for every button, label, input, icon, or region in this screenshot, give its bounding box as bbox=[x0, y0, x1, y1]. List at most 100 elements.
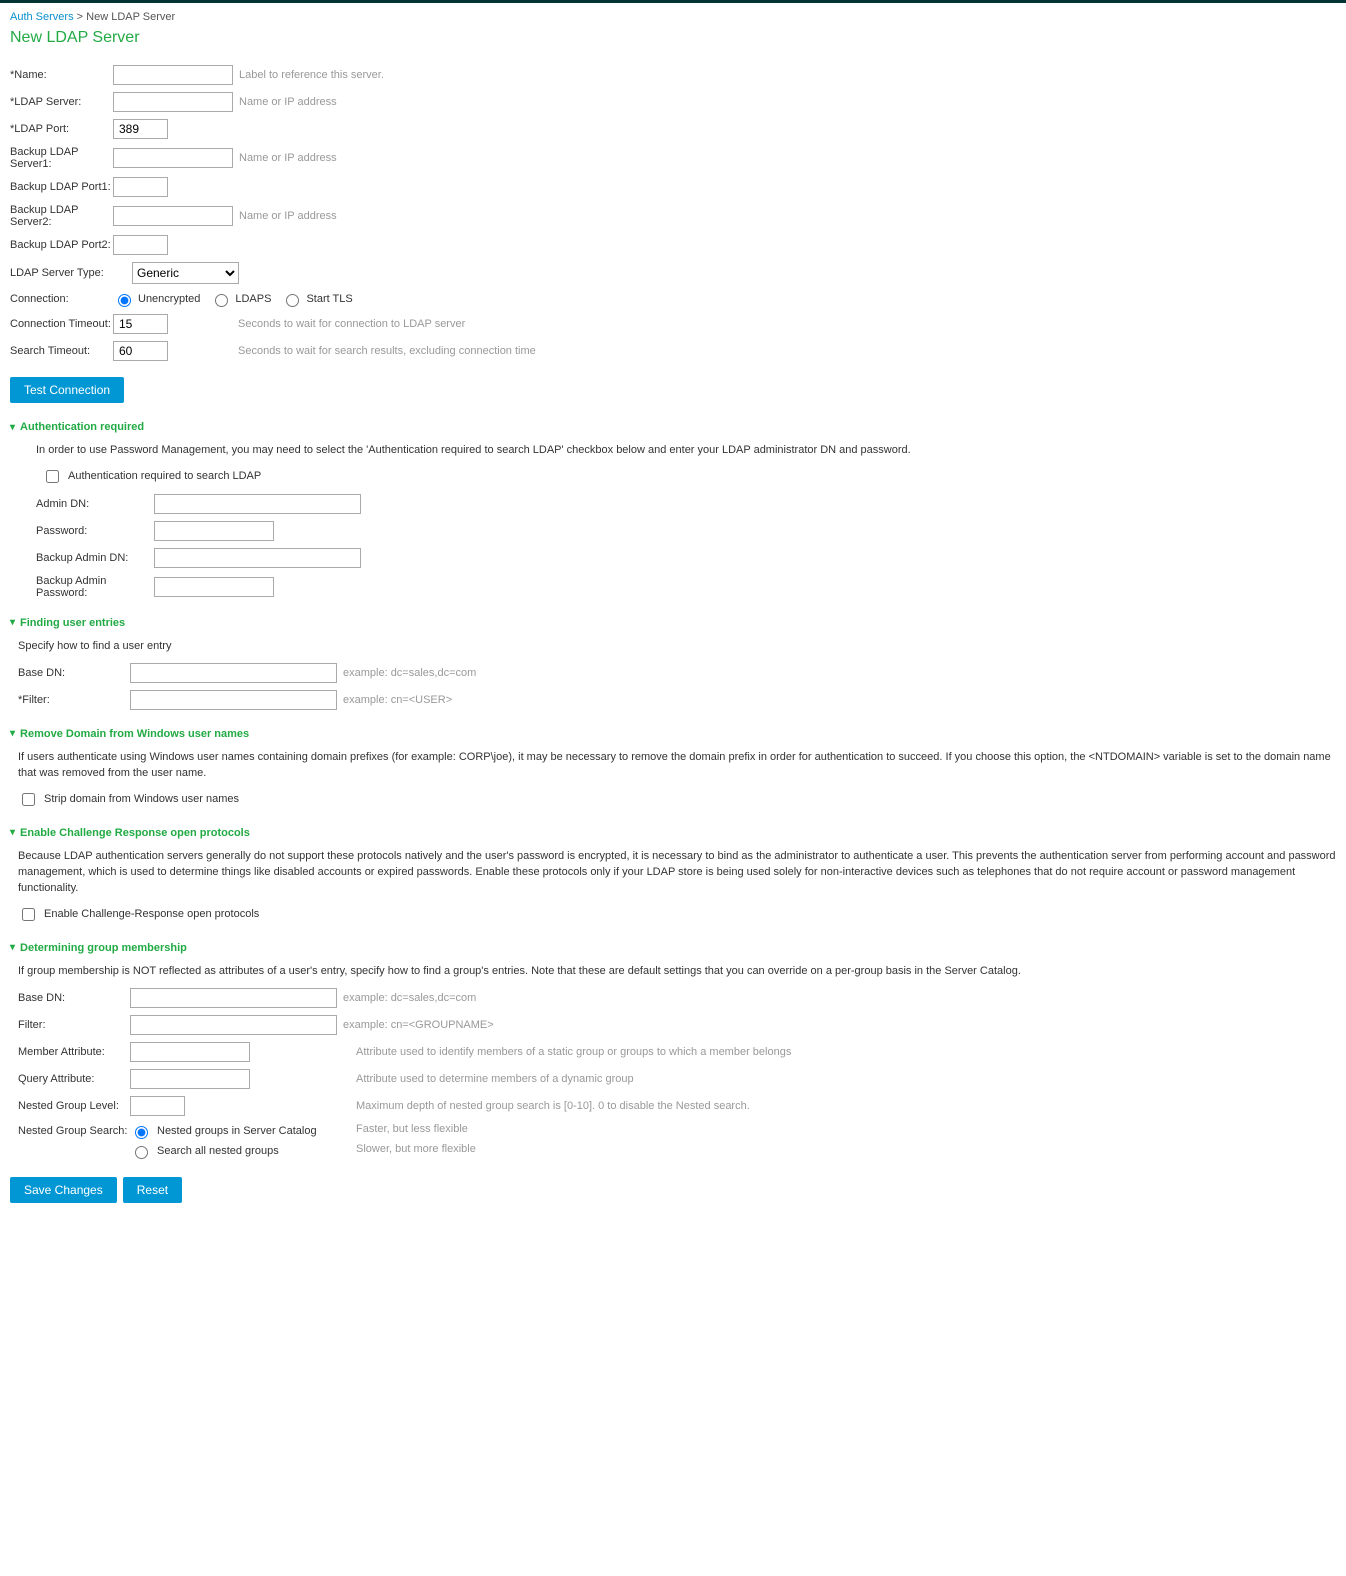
radio-unencrypted-label: Unencrypted bbox=[138, 293, 200, 305]
breadcrumb-current: New LDAP Server bbox=[86, 11, 175, 23]
label-admin-password: Password: bbox=[36, 525, 154, 537]
radio-ldaps-label: LDAPS bbox=[235, 293, 271, 305]
section-finding-title: Finding user entries bbox=[20, 617, 125, 629]
search-timeout-hint: Seconds to wait for search results, excl… bbox=[238, 345, 536, 357]
label-base-dn: Base DN: bbox=[18, 667, 130, 679]
finding-help-text: Specify how to find a user entry bbox=[18, 639, 1336, 655]
radio-nested-catalog-label: Nested groups in Server Catalog bbox=[157, 1125, 317, 1137]
label-nested-level: Nested Group Level: bbox=[18, 1100, 130, 1112]
base-dn-input[interactable] bbox=[130, 663, 337, 683]
conn-timeout-input[interactable] bbox=[113, 314, 168, 334]
reset-button[interactable]: Reset bbox=[123, 1177, 182, 1203]
radio-ldaps[interactable] bbox=[215, 294, 228, 307]
save-button[interactable]: Save Changes bbox=[10, 1177, 117, 1203]
label-name: *Name: bbox=[10, 69, 113, 81]
remove-domain-help: If users authenticate using Windows user… bbox=[18, 750, 1336, 782]
search-timeout-input[interactable] bbox=[113, 341, 168, 361]
group-filter-hint: example: cn=<GROUPNAME> bbox=[343, 1019, 494, 1031]
bkserver1-input[interactable] bbox=[113, 148, 233, 168]
label-bkport2: Backup LDAP Port2: bbox=[10, 239, 113, 251]
label-backup-admin-pw: Backup Admin Password: bbox=[36, 575, 154, 599]
test-connection-button[interactable]: Test Connection bbox=[10, 377, 124, 403]
section-challenge-title: Enable Challenge Response open protocols bbox=[20, 827, 250, 839]
chevron-down-icon: ▾ bbox=[10, 728, 15, 739]
label-bkserver2: Backup LDAP Server2: bbox=[10, 204, 113, 228]
auth-required-label: Authentication required to search LDAP bbox=[68, 470, 261, 482]
label-nested-search: Nested Group Search: bbox=[18, 1123, 130, 1137]
label-backup-admin-dn: Backup Admin DN: bbox=[36, 552, 154, 564]
page-title: New LDAP Server bbox=[10, 29, 1336, 47]
radio-starttls[interactable] bbox=[286, 294, 299, 307]
filter-input[interactable] bbox=[130, 690, 337, 710]
auth-required-checkbox[interactable] bbox=[46, 470, 59, 483]
chevron-down-icon: ▾ bbox=[10, 422, 15, 433]
nested-level-input[interactable] bbox=[130, 1096, 185, 1116]
breadcrumb-sep: > bbox=[74, 11, 87, 23]
breadcrumb-auth-servers[interactable]: Auth Servers bbox=[10, 11, 74, 23]
backup-admin-dn-input[interactable] bbox=[154, 548, 361, 568]
section-auth-required[interactable]: ▾ Authentication required bbox=[10, 421, 1336, 433]
section-auth-title: Authentication required bbox=[20, 421, 144, 433]
group-filter-input[interactable] bbox=[130, 1015, 337, 1035]
section-challenge-response[interactable]: ▾ Enable Challenge Response open protoco… bbox=[10, 827, 1336, 839]
nested-all-hint: Slower, but more flexible bbox=[356, 1143, 476, 1159]
nested-level-hint: Maximum depth of nested group search is … bbox=[356, 1100, 750, 1112]
port-input[interactable] bbox=[113, 119, 168, 139]
strip-domain-label: Strip domain from Windows user names bbox=[44, 793, 239, 805]
chevron-down-icon: ▾ bbox=[10, 827, 15, 838]
bkport1-input[interactable] bbox=[113, 177, 168, 197]
server-hint: Name or IP address bbox=[239, 96, 337, 108]
radio-starttls-label: Start TLS bbox=[306, 293, 352, 305]
filter-hint: example: cn=<USER> bbox=[343, 694, 452, 706]
label-filter: *Filter: bbox=[18, 694, 130, 706]
group-base-dn-input[interactable] bbox=[130, 988, 337, 1008]
name-hint: Label to reference this server. bbox=[239, 69, 384, 81]
section-remove-domain-title: Remove Domain from Windows user names bbox=[20, 728, 249, 740]
label-admin-dn: Admin DN: bbox=[36, 498, 154, 510]
radio-nested-catalog[interactable] bbox=[135, 1126, 148, 1139]
name-input[interactable] bbox=[113, 65, 233, 85]
group-base-dn-hint: example: dc=sales,dc=com bbox=[343, 992, 476, 1004]
breadcrumb: Auth Servers > New LDAP Server bbox=[10, 11, 1336, 23]
label-server-type: LDAP Server Type: bbox=[10, 267, 132, 279]
query-attr-input[interactable] bbox=[130, 1069, 250, 1089]
challenge-label: Enable Challenge-Response open protocols bbox=[44, 908, 259, 920]
label-port: *LDAP Port: bbox=[10, 123, 113, 135]
section-group-membership[interactable]: ▾ Determining group membership bbox=[10, 942, 1336, 954]
server-input[interactable] bbox=[113, 92, 233, 112]
bkserver2-hint: Name or IP address bbox=[239, 210, 337, 222]
bkserver2-input[interactable] bbox=[113, 206, 233, 226]
label-group-base-dn: Base DN: bbox=[18, 992, 130, 1004]
chevron-down-icon: ▾ bbox=[10, 617, 15, 628]
label-connection: Connection: bbox=[10, 293, 113, 305]
query-attr-hint: Attribute used to determine members of a… bbox=[356, 1073, 634, 1085]
strip-domain-checkbox[interactable] bbox=[22, 793, 35, 806]
base-dn-hint: example: dc=sales,dc=com bbox=[343, 667, 476, 679]
group-help: If group membership is NOT reflected as … bbox=[18, 964, 1336, 980]
chevron-down-icon: ▾ bbox=[10, 942, 15, 953]
section-remove-domain[interactable]: ▾ Remove Domain from Windows user names bbox=[10, 728, 1336, 740]
bkport2-input[interactable] bbox=[113, 235, 168, 255]
section-finding-users[interactable]: ▾ Finding user entries bbox=[10, 617, 1336, 629]
backup-admin-password-input[interactable] bbox=[154, 577, 274, 597]
section-group-title: Determining group membership bbox=[20, 942, 187, 954]
server-type-select[interactable]: Generic bbox=[132, 262, 239, 284]
label-query-attr: Query Attribute: bbox=[18, 1073, 130, 1085]
label-group-filter: Filter: bbox=[18, 1019, 130, 1031]
auth-help-text: In order to use Password Management, you… bbox=[36, 443, 1336, 459]
label-bkserver1: Backup LDAP Server1: bbox=[10, 146, 113, 170]
bkserver1-hint: Name or IP address bbox=[239, 152, 337, 164]
member-attr-hint: Attribute used to identify members of a … bbox=[356, 1046, 791, 1058]
admin-dn-input[interactable] bbox=[154, 494, 361, 514]
challenge-checkbox[interactable] bbox=[22, 908, 35, 921]
challenge-help: Because LDAP authentication servers gene… bbox=[18, 849, 1336, 897]
nested-catalog-hint: Faster, but less flexible bbox=[356, 1123, 468, 1139]
label-search-timeout: Search Timeout: bbox=[10, 345, 113, 357]
radio-nested-all-label: Search all nested groups bbox=[157, 1145, 279, 1157]
radio-unencrypted[interactable] bbox=[118, 294, 131, 307]
radio-nested-all[interactable] bbox=[135, 1146, 148, 1159]
member-attr-input[interactable] bbox=[130, 1042, 250, 1062]
label-server: *LDAP Server: bbox=[10, 96, 113, 108]
label-bkport1: Backup LDAP Port1: bbox=[10, 181, 113, 193]
admin-password-input[interactable] bbox=[154, 521, 274, 541]
